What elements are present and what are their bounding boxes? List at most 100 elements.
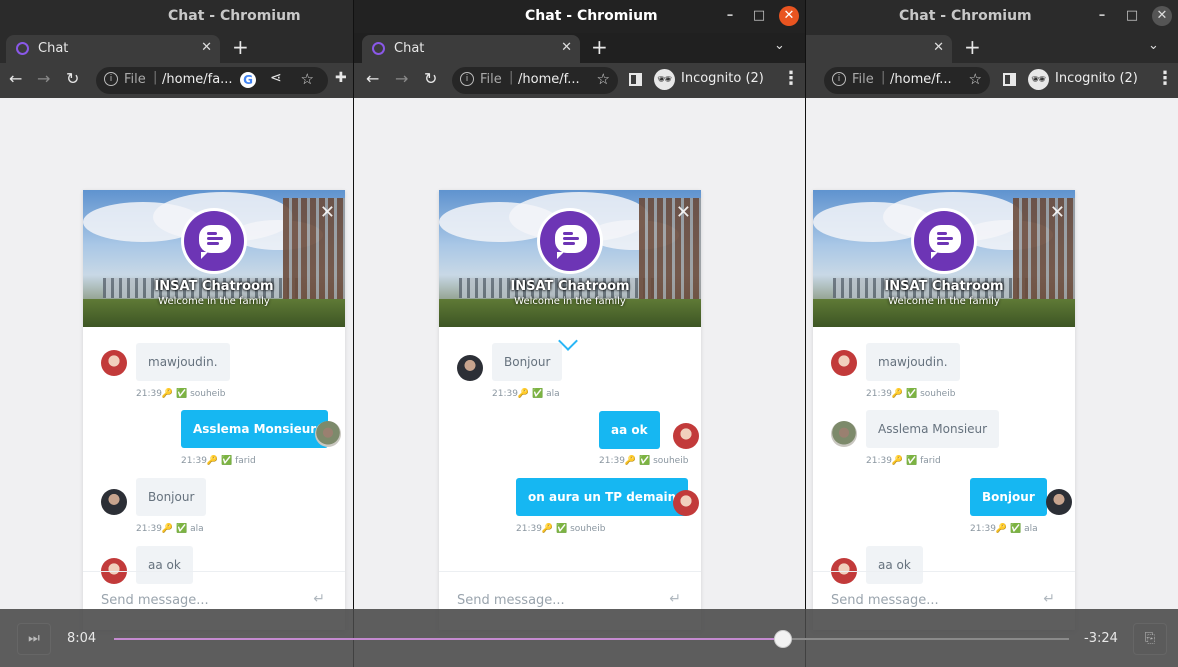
- incognito-icon: 🕶: [654, 69, 675, 90]
- send-enter-icon[interactable]: ↵: [669, 591, 681, 607]
- tab-close-icon[interactable]: ✕: [201, 40, 212, 55]
- bookmark-star-icon[interactable]: ☆: [597, 70, 610, 88]
- tab-chat[interactable]: Chat ✕: [362, 35, 580, 63]
- send-enter-icon[interactable]: ↵: [313, 591, 325, 607]
- url-scheme: File: [852, 72, 874, 87]
- chatroom-title: INSAT Chatroom: [154, 279, 274, 294]
- chromium-window-right: Chat - Chromium – □ ✕ ✕ + ⌄ i File | /ho…: [806, 0, 1178, 667]
- chat-header-banner: INSAT Chatroom Welcome in the family ✕: [813, 190, 1075, 327]
- more-menu-icon[interactable]: ⋮: [782, 68, 800, 89]
- chatroom-subtitle: Welcome in the family: [514, 296, 626, 307]
- site-info-icon[interactable]: i: [832, 72, 846, 86]
- tab-search-chevron-icon[interactable]: ⌄: [1148, 38, 1159, 53]
- google-icon[interactable]: G: [240, 72, 256, 88]
- title-bar: Chat - Chromium: [0, 0, 354, 33]
- bookmark-star-icon[interactable]: ☆: [969, 70, 982, 88]
- avatar: [673, 490, 699, 516]
- message-meta: 21:39🔑 ✅ ala: [136, 524, 204, 534]
- incognito-indicator[interactable]: 🕶 Incognito (2): [654, 68, 769, 93]
- tab-favicon-icon: [16, 42, 29, 55]
- message-bubble: Asslema Monsieur: [181, 410, 329, 448]
- chatroom-title: INSAT Chatroom: [884, 279, 1004, 294]
- chat-widget: INSAT Chatroom Welcome in the family ✕ m…: [813, 190, 1075, 630]
- divider: [439, 571, 701, 572]
- tab-close-icon[interactable]: ✕: [933, 40, 944, 55]
- extensions-icon[interactable]: ✚: [335, 70, 347, 86]
- seek-bar[interactable]: [114, 630, 1069, 648]
- side-panel-icon[interactable]: [629, 73, 642, 86]
- back-icon[interactable]: ←: [9, 69, 22, 88]
- tab-strip: ✕ + ⌄: [806, 33, 1178, 63]
- close-window-icon[interactable]: ✕: [1152, 6, 1172, 26]
- message-input[interactable]: Send message...: [101, 593, 209, 608]
- message-input[interactable]: Send message...: [831, 593, 939, 608]
- site-info-icon[interactable]: i: [104, 72, 118, 86]
- avatar: [831, 421, 857, 447]
- reload-icon[interactable]: ↻: [66, 69, 79, 88]
- address-bar[interactable]: i File | /home/f... ☆: [824, 67, 990, 94]
- tab-chat[interactable]: Chat ✕: [6, 35, 220, 63]
- message-meta: 21:39🔑 ✅ ala: [970, 524, 1038, 534]
- video-player-controls: ⏭ 8:04 -3:24 ⎘: [0, 609, 1178, 667]
- message-bubble: Bonjour: [970, 478, 1047, 516]
- more-menu-icon[interactable]: ⋮: [1156, 68, 1174, 89]
- chromium-window-left: Chat - Chromium Chat ✕ + ← → ↻ i File | …: [0, 0, 354, 667]
- url-path: /home/f...: [890, 72, 952, 87]
- tab-label: Chat: [394, 41, 425, 56]
- side-panel-icon[interactable]: [1003, 73, 1016, 86]
- back-icon[interactable]: ←: [366, 69, 379, 88]
- new-tab-button[interactable]: +: [964, 35, 981, 59]
- close-chat-icon[interactable]: ✕: [1050, 202, 1065, 223]
- message-input[interactable]: Send message...: [457, 593, 565, 608]
- incognito-label: Incognito (2): [1055, 71, 1138, 86]
- url-separator: |: [509, 70, 514, 85]
- site-info-icon[interactable]: i: [460, 72, 474, 86]
- send-enter-icon[interactable]: ↵: [1043, 591, 1055, 607]
- maximize-icon[interactable]: □: [749, 6, 769, 26]
- playlist-button[interactable]: ⎘: [1133, 623, 1167, 655]
- new-tab-button[interactable]: +: [232, 35, 249, 59]
- close-chat-icon[interactable]: ✕: [676, 202, 691, 223]
- message-meta: 21:39🔑 ✅ souheib: [136, 389, 226, 399]
- remaining-time: -3:24: [1084, 631, 1118, 646]
- forward-icon[interactable]: →: [395, 69, 408, 88]
- tab-search-chevron-icon[interactable]: ⌄: [774, 38, 785, 53]
- message-bubble: on aura un TP demain: [516, 478, 689, 516]
- message-bubble: aa ok: [866, 546, 923, 584]
- chat-widget: INSAT Chatroom Welcome in the family ✕ B…: [439, 190, 701, 630]
- divider: [83, 571, 345, 572]
- address-bar[interactable]: i File | /home/f... ☆: [452, 67, 618, 94]
- tab-close-icon[interactable]: ✕: [561, 40, 572, 55]
- chatroom-logo-icon: [911, 208, 977, 274]
- close-chat-icon[interactable]: ✕: [320, 202, 335, 223]
- toolbar: i File | /home/f... ☆ 🕶 Incognito (2) ⋮: [806, 63, 1178, 98]
- title-bar: Chat - Chromium – □ ✕: [354, 0, 805, 33]
- incognito-indicator[interactable]: 🕶 Incognito (2): [1028, 68, 1143, 93]
- message-meta: 21:39🔑 ✅ souheib: [516, 524, 606, 534]
- seek-bar-handle[interactable]: [774, 630, 793, 648]
- url-scheme: File: [124, 72, 146, 87]
- message-bubble: aa ok: [599, 411, 660, 449]
- avatar: [673, 423, 699, 449]
- window-title: Chat - Chromium: [899, 8, 1032, 24]
- tab-strip: Chat ✕ +: [0, 33, 354, 63]
- skip-forward-button[interactable]: ⏭: [17, 623, 51, 655]
- new-tab-button[interactable]: +: [591, 35, 608, 59]
- chatroom-title: INSAT Chatroom: [510, 279, 630, 294]
- bookmark-star-icon[interactable]: ☆: [301, 70, 314, 88]
- minimize-icon[interactable]: –: [1092, 6, 1112, 26]
- toolbar: ← → ↻ i File | /home/fa... G ⋖ ☆ ✚: [0, 63, 354, 98]
- maximize-icon[interactable]: □: [1122, 6, 1142, 26]
- share-icon[interactable]: ⋖: [270, 70, 282, 86]
- message-bubble: aa ok: [136, 546, 193, 584]
- message-bubble: mawjoudin.: [866, 343, 960, 381]
- minimize-icon[interactable]: –: [720, 6, 740, 26]
- avatar: [101, 350, 127, 376]
- url-separator: |: [881, 70, 886, 85]
- address-bar[interactable]: i File | /home/fa... G ⋖ ☆: [96, 67, 328, 94]
- window-title: Chat - Chromium: [168, 8, 301, 24]
- close-window-icon[interactable]: ✕: [779, 6, 799, 26]
- reload-icon[interactable]: ↻: [424, 69, 437, 88]
- tab-chat[interactable]: ✕: [806, 35, 952, 63]
- forward-icon[interactable]: →: [37, 69, 50, 88]
